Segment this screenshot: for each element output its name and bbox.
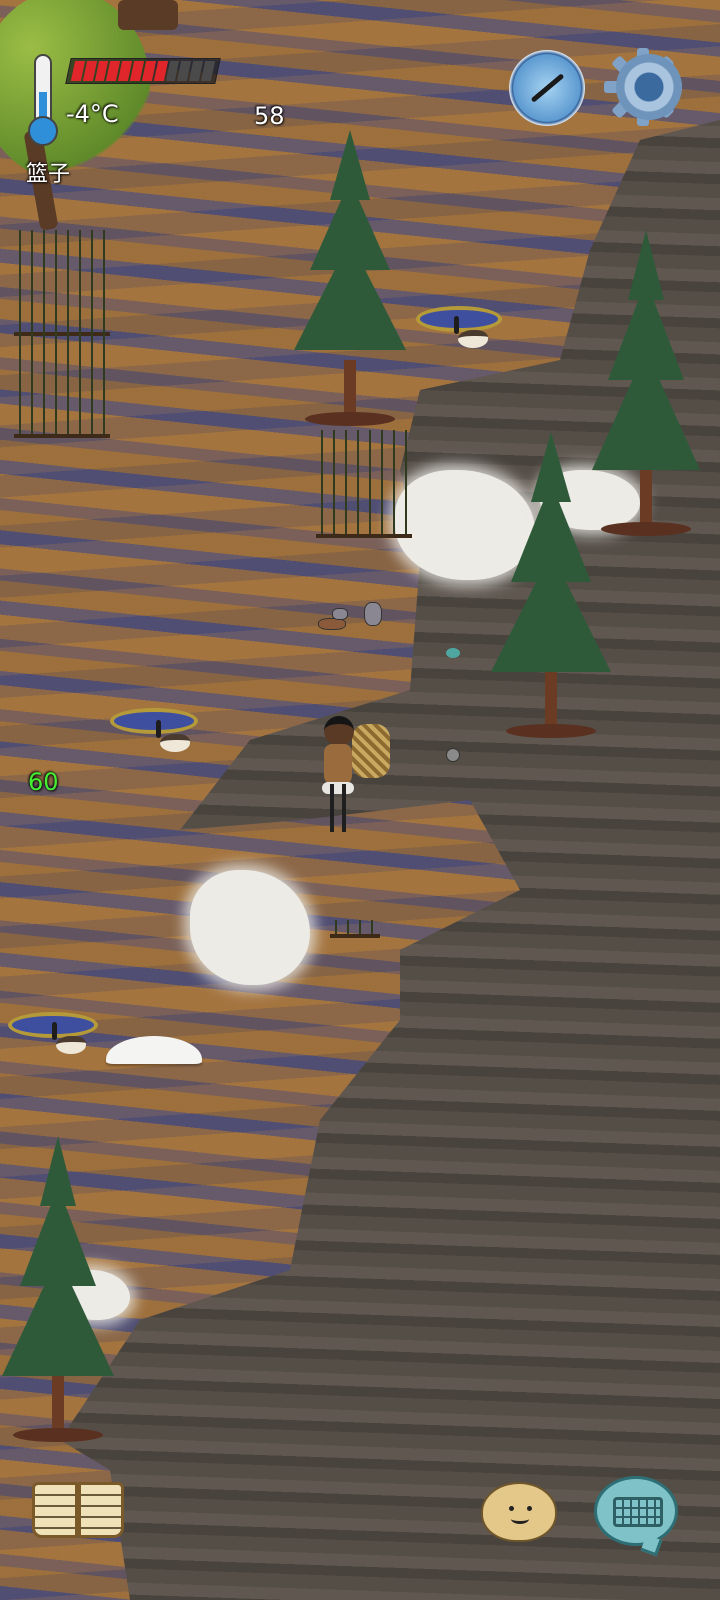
food-counter: 58 xyxy=(254,102,285,130)
player-character[interactable] xyxy=(318,712,398,842)
held-item-label: 篮子 xyxy=(26,162,71,187)
settings-button[interactable] xyxy=(604,48,688,126)
health-segment-empty xyxy=(200,61,216,81)
thermometer-icon xyxy=(24,54,62,146)
age-counter: 60 xyxy=(28,768,59,796)
recipe-book-button[interactable] xyxy=(30,1478,126,1544)
flint-rocks[interactable] xyxy=(312,600,392,636)
compass-icon xyxy=(530,73,565,103)
player-leg xyxy=(342,784,346,832)
keyboard-speech-bubble-icon xyxy=(613,1497,663,1527)
pine-tree[interactable] xyxy=(0,1136,116,1442)
reeds[interactable] xyxy=(316,430,412,538)
temperature-readout: -4°C xyxy=(66,100,119,128)
gear-icon xyxy=(616,54,682,120)
book-icon xyxy=(32,1482,78,1538)
willow-tree-trunk xyxy=(118,0,178,30)
canada-goose[interactable] xyxy=(156,720,190,752)
canada-goose[interactable] xyxy=(454,316,488,348)
basket-backpack xyxy=(352,724,390,778)
pine-tree[interactable] xyxy=(288,130,412,426)
food-health-bar xyxy=(65,58,221,84)
goose-pond[interactable] xyxy=(416,306,502,332)
player-leg xyxy=(330,784,334,832)
canada-goose[interactable] xyxy=(52,1022,86,1054)
player-head xyxy=(324,716,354,746)
compass-button[interactable] xyxy=(509,50,585,126)
game-world[interactable] xyxy=(0,0,720,1600)
reeds[interactable] xyxy=(14,230,110,336)
chat-keyboard-button[interactable] xyxy=(594,1476,678,1546)
emote-button[interactable] xyxy=(481,1482,557,1542)
blue-stone[interactable] xyxy=(446,648,460,658)
goose-pond[interactable] xyxy=(110,708,198,734)
player-clothing xyxy=(322,782,354,794)
round-stone[interactable] xyxy=(446,748,460,762)
reeds[interactable] xyxy=(330,920,380,938)
pine-tree[interactable] xyxy=(488,432,614,738)
reeds[interactable] xyxy=(14,330,110,438)
smiley-face-icon xyxy=(509,1506,514,1511)
player-body xyxy=(324,744,352,784)
